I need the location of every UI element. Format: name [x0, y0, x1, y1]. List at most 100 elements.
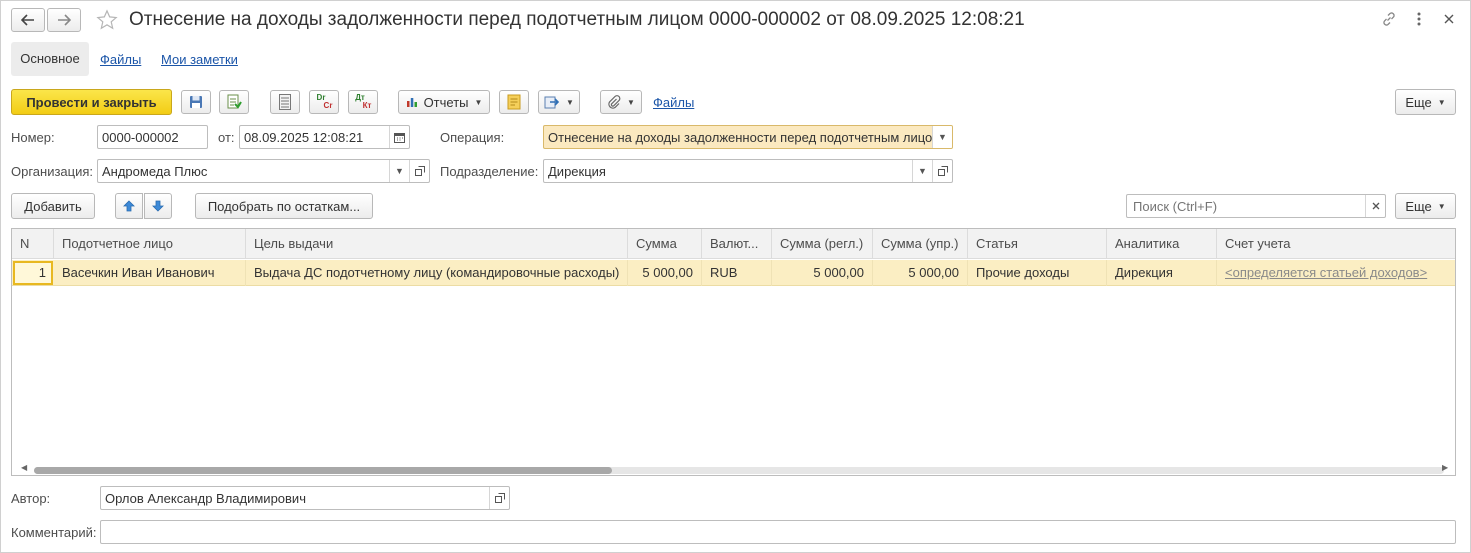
number-label: Номер: — [11, 130, 55, 145]
tab-files[interactable]: Файлы — [100, 52, 141, 67]
organization-value: Андромеда Плюс — [102, 163, 208, 179]
chevron-down-icon: ▼ — [627, 97, 635, 107]
open-icon[interactable] — [489, 487, 509, 509]
close-icon[interactable] — [1439, 9, 1459, 29]
search-text[interactable] — [1131, 197, 1365, 215]
bar-chart-icon — [406, 96, 418, 108]
note-icon — [507, 94, 521, 110]
column-header-amount[interactable]: Сумма — [628, 229, 702, 259]
create-based-on-icon — [544, 95, 560, 109]
chevron-down-icon[interactable]: ▼ — [389, 160, 409, 182]
document-window: Отнесение на доходы задолженности перед … — [0, 0, 1471, 553]
arrow-up-icon — [123, 200, 135, 212]
calendar-icon[interactable] — [389, 126, 409, 148]
open-icon[interactable] — [932, 160, 952, 182]
chevron-down-icon[interactable]: ▼ — [932, 126, 952, 148]
operation-value: Отнесение на доходы задолженности перед … — [548, 129, 932, 145]
cell-amount-mgmt[interactable]: 5 000,00 — [873, 260, 968, 286]
dt-kt-button[interactable]: Дт Кт — [348, 90, 378, 114]
column-header-account[interactable]: Счет учета — [1217, 229, 1455, 259]
horizontal-scrollbar[interactable] — [34, 467, 1444, 474]
reports-button[interactable]: Отчеты ▼ — [398, 90, 490, 114]
scrollbar-thumb[interactable] — [34, 467, 612, 474]
pick-by-balance-button[interactable]: Подобрать по остаткам... — [195, 193, 373, 219]
column-header-person[interactable]: Подотчетное лицо — [54, 229, 246, 259]
post-button[interactable] — [219, 90, 249, 114]
more-label: Еще — [1405, 198, 1432, 214]
column-header-analytics[interactable]: Аналитика — [1107, 229, 1217, 259]
cell-item[interactable]: Прочие доходы — [968, 260, 1107, 286]
author-label: Автор: — [11, 491, 51, 506]
cell-person[interactable]: Васечкин Иван Иванович — [54, 260, 246, 286]
tab-main[interactable]: Основное — [11, 42, 89, 76]
attachments-button[interactable]: ▼ — [600, 90, 642, 114]
back-button[interactable] — [11, 8, 45, 32]
clear-icon[interactable] — [1365, 195, 1385, 217]
more-label: Еще — [1405, 94, 1432, 110]
date-field[interactable]: 08.09.2025 12:08:21 — [239, 125, 410, 149]
comment-field[interactable] — [100, 520, 1456, 544]
operation-select[interactable]: Отнесение на доходы задолженности перед … — [543, 125, 953, 149]
author-field[interactable]: Орлов Александр Владимирович — [100, 486, 510, 510]
department-label: Подразделение: — [440, 164, 539, 179]
create-based-on-button[interactable]: ▼ — [538, 90, 580, 114]
table-row[interactable]: 1 Васечкин Иван Иванович Выдача ДС подот… — [12, 260, 1455, 286]
column-header-n[interactable]: N — [12, 229, 54, 259]
more-button-top[interactable]: Еще ▼ — [1395, 89, 1456, 115]
column-header-amount-mgmt[interactable]: Сумма (упр.) — [873, 229, 968, 259]
open-icon[interactable] — [409, 160, 429, 182]
dr-cr-button[interactable]: Dr Cr — [309, 90, 339, 114]
forward-button[interactable] — [47, 8, 81, 32]
save-button[interactable] — [181, 90, 211, 114]
scroll-left-icon[interactable]: ◀ — [21, 463, 27, 472]
move-up-button[interactable] — [115, 193, 143, 219]
paperclip-icon — [607, 95, 621, 109]
table-header: N Подотчетное лицо Цель выдачи Сумма Вал… — [12, 229, 1455, 259]
column-header-amount-reg[interactable]: Сумма (регл.) — [772, 229, 873, 259]
column-header-item[interactable]: Статья — [968, 229, 1107, 259]
link-icon[interactable] — [1379, 9, 1399, 29]
comment-label: Комментарий: — [11, 525, 97, 540]
cell-amount-reg[interactable]: 5 000,00 — [772, 260, 873, 286]
reports-label: Отчеты — [423, 94, 469, 110]
tab-my-notes[interactable]: Мои заметки — [161, 52, 238, 67]
document-list-button[interactable] — [270, 90, 300, 114]
post-document-icon — [226, 94, 242, 110]
row-number-cell[interactable]: 1 — [13, 261, 53, 285]
cell-account[interactable]: <определяется статьей доходов> — [1217, 260, 1455, 286]
organization-label: Организация: — [11, 164, 94, 179]
floppy-disk-icon — [189, 95, 203, 109]
cell-currency[interactable]: RUB — [702, 260, 772, 286]
column-header-currency[interactable]: Валют... — [702, 229, 772, 259]
tab-main-label: Основное — [20, 51, 80, 66]
chevron-down-icon[interactable]: ▼ — [912, 160, 932, 182]
search-input[interactable] — [1126, 194, 1386, 218]
cell-analytics[interactable]: Дирекция — [1107, 260, 1217, 286]
more-button-table[interactable]: Еще ▼ — [1395, 193, 1456, 219]
more-vertical-icon[interactable] — [1409, 9, 1429, 29]
note-button[interactable] — [499, 90, 529, 114]
arrow-right-icon — [57, 14, 71, 26]
scroll-right-icon[interactable]: ▶ — [1442, 463, 1448, 472]
organization-field[interactable]: Андромеда Плюс ▼ — [97, 159, 430, 183]
department-value: Дирекция — [548, 163, 606, 179]
favorite-star-icon[interactable] — [95, 8, 119, 32]
chevron-down-icon: ▼ — [566, 97, 574, 107]
kt-label: Кт — [362, 101, 372, 110]
settlements-table: N Подотчетное лицо Цель выдачи Сумма Вал… — [11, 228, 1456, 476]
date-value: 08.09.2025 12:08:21 — [244, 129, 364, 145]
move-down-button[interactable] — [144, 193, 172, 219]
column-header-purpose[interactable]: Цель выдачи — [246, 229, 628, 259]
list-icon — [279, 94, 291, 110]
cell-amount[interactable]: 5 000,00 — [628, 260, 702, 286]
add-row-button[interactable]: Добавить — [11, 193, 95, 219]
number-field[interactable]: 0000-000002 — [97, 125, 208, 149]
window-title: Отнесение на доходы задолженности перед … — [129, 9, 1025, 30]
cell-purpose[interactable]: Выдача ДС подотчетному лицу (командирово… — [246, 260, 628, 286]
chevron-down-icon: ▼ — [474, 97, 483, 107]
files-link[interactable]: Файлы — [653, 95, 694, 110]
post-and-close-button[interactable]: Провести и закрыть — [11, 89, 172, 115]
cr-label: Cr — [323, 101, 333, 110]
department-field[interactable]: Дирекция ▼ — [543, 159, 953, 183]
number-value: 0000-000002 — [102, 129, 179, 145]
